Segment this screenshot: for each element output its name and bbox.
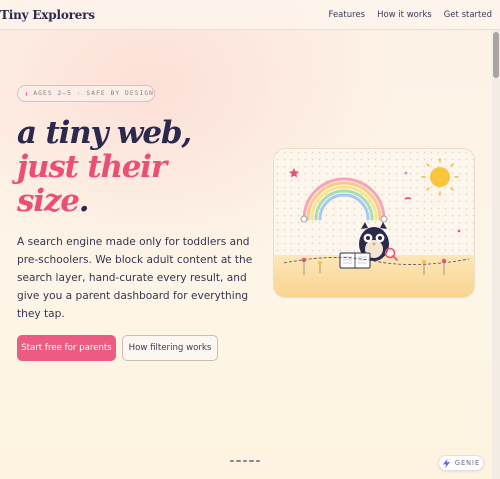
badge-text: AGES 2–5 · SAFE BY DESIGN xyxy=(33,90,154,97)
nav-link-how-it-works[interactable]: How it works xyxy=(377,10,432,20)
magnifier-icon xyxy=(384,247,398,261)
genie-label: GENIE xyxy=(454,459,481,467)
how-filtering-works-button[interactable]: How filtering works xyxy=(122,335,218,361)
headline-period: . xyxy=(78,183,90,219)
illustration-scene xyxy=(283,158,470,275)
bird-icon xyxy=(404,197,412,200)
headline-word-size: size xyxy=(17,183,80,219)
headline-line-1: a tiny web, xyxy=(17,115,192,151)
carousel-indicator[interactable] xyxy=(230,460,261,462)
scrollbar-track[interactable] xyxy=(492,30,500,479)
hero-illustration xyxy=(273,148,475,298)
rainbow-icon xyxy=(300,177,388,223)
sun-icon xyxy=(421,158,459,196)
sparkle-icon xyxy=(457,229,461,233)
nav-link-get-started[interactable]: Get started xyxy=(444,10,492,20)
book-icon xyxy=(339,252,371,269)
age-badge: AGES 2–5 · SAFE BY DESIGN xyxy=(17,85,155,102)
brand-logo[interactable]: Tiny Explorers xyxy=(0,8,95,22)
lightning-icon xyxy=(442,458,450,468)
badge-dot xyxy=(26,91,28,96)
genie-assistant-button[interactable]: GENIE xyxy=(438,455,484,471)
start-free-button[interactable]: Start free for parents xyxy=(17,335,116,361)
scrollbar-thumb[interactable] xyxy=(493,32,499,78)
nav-links: Features How it works Get started xyxy=(329,10,492,20)
hero-description: A search engine made only for toddlers a… xyxy=(17,236,253,321)
top-nav: Tiny Explorers Features How it works Get… xyxy=(0,0,500,30)
sparkle-icon xyxy=(404,171,408,175)
star-icon xyxy=(289,168,299,178)
headline-line-3: size. xyxy=(17,183,90,219)
nav-link-features[interactable]: Features xyxy=(329,10,366,20)
headline-line-2: just their xyxy=(17,149,167,185)
